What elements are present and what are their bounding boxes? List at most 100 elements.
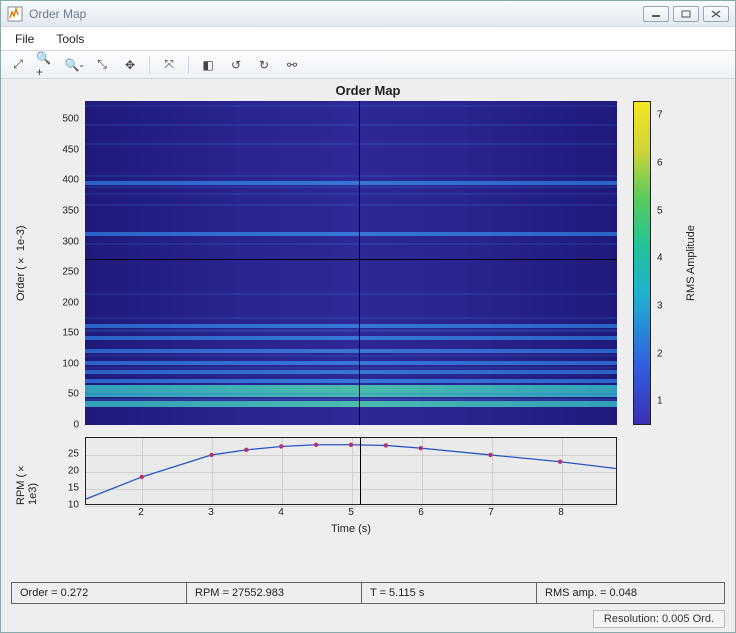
rpm-cursor-vertical[interactable] [360, 438, 361, 504]
colorbar-ticks: 1 2 3 4 5 6 7 [653, 101, 677, 425]
heatmap-texture [85, 143, 617, 145]
menu-file[interactable]: File [5, 29, 44, 49]
rpm-y-axis-label: RPM (× 1e3) [15, 437, 39, 505]
x-tick: 2 [138, 507, 144, 518]
window-title: Order Map [29, 7, 637, 21]
titlebar: Order Map [1, 1, 735, 27]
rpm-y-tick: 25 [68, 449, 79, 460]
colorbar-tick: 7 [657, 110, 663, 121]
menu-tools[interactable]: Tools [46, 29, 94, 49]
status-resolution: Resolution: 0.005 Ord. [593, 610, 725, 628]
heatmap-band [85, 401, 617, 407]
pan-icon[interactable]: ✥ [119, 54, 141, 76]
x-axis-label: Time (s) [85, 523, 617, 535]
link-icon[interactable]: ⚯ [281, 54, 303, 76]
zoom-in-icon[interactable]: 🔍+ [35, 54, 57, 76]
heatmap-band [85, 232, 617, 236]
x-tick: 7 [488, 507, 494, 518]
heatmap-texture [85, 317, 617, 319]
app-icon [7, 6, 23, 22]
heatmap-band [85, 379, 617, 383]
colorbar-label: RMS Amplitude [685, 101, 697, 425]
heatmap-band [85, 361, 617, 365]
rotate-right-icon[interactable]: ↻ [253, 54, 275, 76]
heatmap-texture [85, 398, 617, 400]
app-window: Order Map File Tools ⤢ 🔍+ 🔍- ⤡ ✥ ⤧ ◧ ↺ ↻ ⚯ Order … [0, 0, 736, 633]
rpm-y-tick: 20 [68, 466, 79, 477]
colorbar-tick: 1 [657, 396, 663, 407]
cursor-vertical[interactable] [359, 101, 360, 425]
y-tick: 100 [62, 358, 79, 369]
x-tick: 8 [558, 507, 564, 518]
chart-title: Order Map [1, 83, 735, 98]
heatmap-texture [85, 175, 617, 177]
zoom-out-icon[interactable]: 🔍- [63, 54, 85, 76]
window-buttons [643, 6, 729, 22]
status-rms: RMS amp. = 0.048 [537, 583, 724, 603]
heatmap-background [85, 101, 617, 425]
close-button[interactable] [703, 6, 729, 22]
heatmap-texture [85, 105, 617, 107]
y-tick: 400 [62, 175, 79, 186]
heatmap-texture [85, 355, 617, 357]
minimize-button[interactable] [643, 6, 669, 22]
heatmap-texture [85, 367, 617, 369]
zoom-xy-icon[interactable]: ⤡ [91, 54, 113, 76]
y-tick: 200 [62, 297, 79, 308]
colorbar-tick: 3 [657, 300, 663, 311]
y-tick: 150 [62, 328, 79, 339]
x-tick: 3 [208, 507, 214, 518]
expand-icon[interactable]: ⤢ [7, 54, 29, 76]
y-tick: 0 [73, 420, 79, 431]
heatmap-texture [85, 124, 617, 126]
rotate-left-icon[interactable]: ↺ [225, 54, 247, 76]
y-tick: 50 [68, 389, 79, 400]
heatmap-band [85, 349, 617, 353]
heatmap-texture [85, 243, 617, 245]
brush-icon[interactable]: ◧ [197, 54, 219, 76]
colorbar-tick: 4 [657, 253, 663, 264]
heatmap-band [85, 370, 617, 374]
heatmap-texture [85, 293, 617, 295]
status-order: Order = 0.272 [12, 583, 187, 603]
cursor-horizontal[interactable] [85, 259, 617, 260]
y-tick: 250 [62, 267, 79, 278]
rpm-y-tick: 15 [68, 483, 79, 494]
colorbar-tick: 5 [657, 205, 663, 216]
y-tick: 300 [62, 236, 79, 247]
heatmap-band [85, 385, 617, 391]
y-tick: 500 [62, 114, 79, 125]
rpm-line-plot [86, 438, 616, 506]
y-tick: 450 [62, 144, 79, 155]
heatmap-texture [85, 393, 617, 395]
y-tick: 350 [62, 206, 79, 217]
x-tick: 5 [348, 507, 354, 518]
x-tick: 6 [418, 507, 424, 518]
toolbar: ⤢ 🔍+ 🔍- ⤡ ✥ ⤧ ◧ ↺ ↻ ⚯ [1, 51, 735, 79]
x-axis-ticks: 2 3 4 5 6 7 8 [85, 507, 617, 521]
rpm-y-axis-ticks: 10152025 [49, 437, 83, 505]
order-map-heatmap[interactable] [85, 101, 617, 425]
y-axis-ticks: 050100150200250300350400450500 [47, 101, 83, 425]
rpm-subplot[interactable] [85, 437, 617, 505]
heatmap-band [85, 336, 617, 340]
status-rpm: RPM = 27552.983 [187, 583, 362, 603]
rpm-y-tick: 10 [68, 500, 79, 511]
menubar: File Tools [1, 27, 735, 51]
status-bar: Order = 0.272 RPM = 27552.983 T = 5.115 … [11, 582, 725, 604]
figure-area: Order Map Order (× 1e-3) 050100150200250… [1, 79, 735, 632]
heatmap-texture [85, 204, 617, 206]
colorbar-tick: 2 [657, 348, 663, 359]
maximize-button[interactable] [673, 6, 699, 22]
y-axis-label: Order (× 1e-3) [15, 101, 27, 425]
colorbar-tick: 6 [657, 157, 663, 168]
toolbar-separator [149, 56, 150, 74]
heatmap-texture [85, 330, 617, 332]
heatmap-texture [85, 193, 617, 195]
status-time: T = 5.115 s [362, 583, 537, 603]
x-tick: 4 [278, 507, 284, 518]
fit-icon[interactable]: ⤧ [158, 54, 180, 76]
heatmap-band [85, 181, 617, 185]
colorbar [633, 101, 651, 425]
heatmap-texture [85, 186, 617, 188]
